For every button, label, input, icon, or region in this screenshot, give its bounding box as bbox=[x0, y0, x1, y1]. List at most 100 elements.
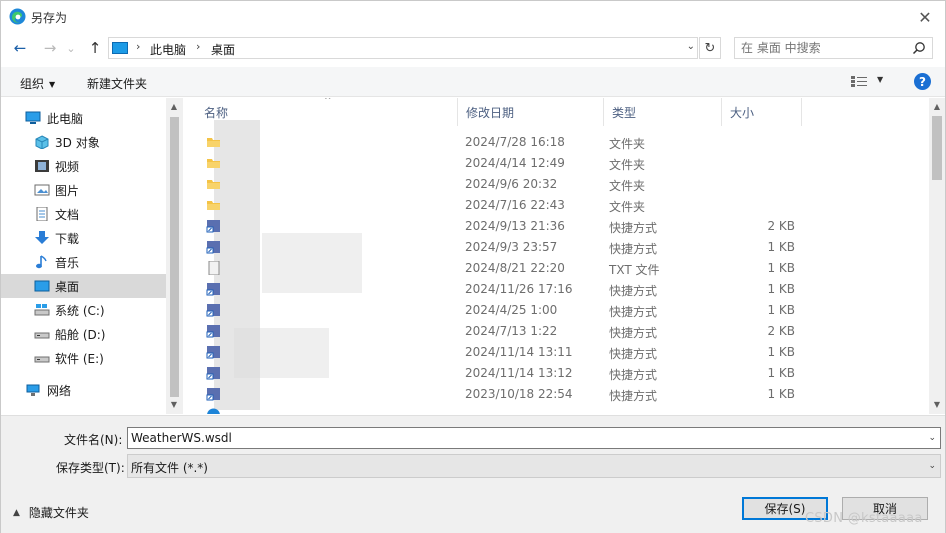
file-size: 2 KB bbox=[767, 219, 795, 233]
nav-item-label: 桌面 bbox=[55, 279, 80, 294]
file-row[interactable]: 2024/4/14 12:49 文件夹 bbox=[184, 153, 929, 174]
drive-c-icon bbox=[34, 304, 50, 316]
close-button[interactable]: ✕ bbox=[905, 1, 945, 33]
nav-item-this-pc[interactable]: 此电脑 bbox=[1, 106, 166, 130]
breadcrumb-separator-icon[interactable]: › bbox=[136, 40, 140, 53]
filename-field[interactable]: ⌄ bbox=[127, 427, 941, 449]
file-list-scroll-thumb[interactable] bbox=[932, 116, 942, 180]
view-caret-icon[interactable]: ▼ bbox=[877, 75, 883, 84]
nav-item-videos[interactable]: 视频 bbox=[1, 154, 166, 178]
window-title: 另存为 bbox=[31, 11, 68, 25]
document-icon bbox=[36, 207, 48, 221]
file-modified-date: 2024/8/21 22:20 bbox=[465, 261, 565, 275]
nav-item-desktop[interactable]: 桌面 bbox=[1, 274, 166, 298]
filetype-select[interactable]: 所有文件 (*.*) ⌄ bbox=[127, 454, 941, 478]
file-row[interactable]: 2024/11/26 17:16 快捷方式 1 KB bbox=[184, 279, 929, 300]
scroll-up-icon[interactable]: ▲ bbox=[166, 102, 182, 111]
file-type: 快捷方式 bbox=[609, 326, 658, 340]
address-dropdown-icon[interactable]: ⌄ bbox=[687, 41, 695, 52]
navigation-pane: 此电脑 3D 对象 视频 图片 文档 下载 音乐 桌面 系统 (C:) 船舱 (… bbox=[1, 98, 183, 414]
hide-folders-toggle[interactable]: ▲ 隐藏文件夹 bbox=[13, 504, 89, 521]
refresh-button[interactable]: ↻ bbox=[699, 37, 721, 59]
file-row[interactable]: 2024/8/21 22:20 TXT 文件 1 KB bbox=[184, 258, 929, 279]
help-button[interactable]: ? bbox=[914, 73, 931, 90]
file-row[interactable]: 2024/11/14 13:12 快捷方式 1 KB bbox=[184, 363, 929, 384]
nav-item-label: 网络 bbox=[47, 383, 72, 398]
shortcut-icon bbox=[206, 304, 220, 317]
view-options-icon[interactable] bbox=[851, 75, 867, 88]
file-row[interactable]: 2024/9/13 21:36 快捷方式 2 KB bbox=[184, 216, 929, 237]
chevron-down-icon[interactable]: ⌄ bbox=[928, 461, 936, 471]
file-row[interactable]: 2023/10/18 22:54 快捷方式 1 KB bbox=[184, 384, 929, 405]
save-form: 文件名(N): ⌄ 保存类型(T): 所有文件 (*.*) ⌄ ▲ 隐藏文件夹 … bbox=[1, 415, 945, 533]
nav-item-drive-e[interactable]: 软件 (E:) bbox=[1, 346, 166, 370]
filetype-value: 所有文件 (*.*) bbox=[131, 461, 208, 475]
file-modified-date: 2024/9/3 23:57 bbox=[465, 240, 558, 254]
nav-item-3d-objects[interactable]: 3D 对象 bbox=[1, 130, 166, 154]
column-header-type[interactable]: 类型 bbox=[604, 98, 722, 126]
file-row-partial[interactable] bbox=[184, 405, 929, 414]
up-arrow-icon: ↑ bbox=[88, 39, 102, 57]
breadcrumb-this-pc[interactable]: 此电脑 bbox=[150, 41, 186, 58]
shortcut-icon bbox=[206, 367, 220, 380]
column-header-modified[interactable]: 修改日期 bbox=[458, 98, 604, 126]
nav-item-drive-d[interactable]: 船舱 (D:) bbox=[1, 322, 166, 346]
back-button[interactable]: ← bbox=[10, 39, 30, 57]
nav-item-network[interactable]: 网络 bbox=[1, 378, 166, 402]
breadcrumb-separator-icon[interactable]: › bbox=[196, 40, 200, 53]
file-row[interactable]: 2024/9/6 20:32 文件夹 bbox=[184, 174, 929, 195]
file-row[interactable]: 2024/7/16 22:43 文件夹 bbox=[184, 195, 929, 216]
nav-item-music[interactable]: 音乐 bbox=[1, 250, 166, 274]
organize-menu[interactable]: 组织 ▼ bbox=[20, 75, 55, 92]
scroll-up-icon[interactable]: ▲ bbox=[929, 102, 945, 111]
column-header-size[interactable]: 大小 bbox=[722, 98, 802, 126]
scroll-down-icon[interactable]: ▼ bbox=[166, 400, 182, 409]
file-type: 快捷方式 bbox=[609, 389, 658, 403]
nav-item-drive-c[interactable]: 系统 (C:) bbox=[1, 298, 166, 322]
nav-scrollbar[interactable]: ▲ ▼ bbox=[166, 98, 183, 414]
nav-scroll-thumb[interactable] bbox=[170, 117, 179, 397]
chevron-down-icon[interactable]: ⌄ bbox=[928, 433, 936, 443]
up-button[interactable]: ↑ bbox=[85, 39, 105, 57]
collapse-up-icon: ▲ bbox=[13, 507, 20, 518]
file-modified-date: 2024/11/14 13:11 bbox=[465, 345, 573, 359]
breadcrumb-desktop[interactable]: 桌面 bbox=[211, 41, 235, 58]
scroll-down-icon[interactable]: ▼ bbox=[929, 400, 945, 409]
file-list-scrollbar[interactable]: ▲ ▼ bbox=[929, 98, 945, 414]
address-bar[interactable]: › 此电脑 › 桌面 ⌄ bbox=[108, 37, 698, 59]
command-bar: 组织 ▼ 新建文件夹 ▼ ? bbox=[1, 67, 945, 97]
search-box[interactable] bbox=[734, 37, 933, 59]
drive-icon bbox=[34, 332, 50, 339]
file-row[interactable]: 2024/7/13 1:22 快捷方式 2 KB bbox=[184, 321, 929, 342]
file-modified-date: 2024/7/28 16:18 bbox=[465, 135, 565, 149]
file-row[interactable]: 2024/4/25 1:00 快捷方式 1 KB bbox=[184, 300, 929, 321]
search-icon[interactable] bbox=[912, 41, 926, 55]
folder-icon bbox=[207, 138, 220, 147]
desktop-icon bbox=[34, 280, 50, 292]
file-row[interactable]: 2024/9/3 23:57 快捷方式 1 KB bbox=[184, 237, 929, 258]
save-as-dialog: 另存为 ✕ ← → ⌄ ↑ › 此电脑 › 桌面 ⌄ ↻ 组织 ▼ 新建文件夹 bbox=[0, 0, 946, 533]
file-size: 1 KB bbox=[767, 240, 795, 254]
file-size: 1 KB bbox=[767, 345, 795, 359]
file-row[interactable]: 2024/11/14 13:11 快捷方式 1 KB bbox=[184, 342, 929, 363]
filename-input[interactable] bbox=[128, 428, 918, 448]
title-bar: 另存为 ✕ bbox=[1, 1, 945, 33]
filename-label: 文件名(N): bbox=[64, 433, 123, 447]
close-icon: ✕ bbox=[918, 7, 932, 27]
help-icon: ? bbox=[919, 74, 926, 89]
nav-item-label: 此电脑 bbox=[47, 111, 84, 126]
file-modified-date: 2024/7/16 22:43 bbox=[465, 198, 565, 212]
nav-item-pictures[interactable]: 图片 bbox=[1, 178, 166, 202]
folder-icon bbox=[207, 201, 220, 210]
recent-locations-button[interactable]: ⌄ bbox=[64, 39, 78, 57]
file-size: 1 KB bbox=[767, 387, 795, 401]
forward-button[interactable]: → bbox=[40, 39, 60, 57]
nav-item-documents[interactable]: 文档 bbox=[1, 202, 166, 226]
network-icon bbox=[26, 384, 40, 396]
forward-arrow-icon: → bbox=[43, 39, 57, 57]
new-folder-button[interactable]: 新建文件夹 bbox=[87, 75, 147, 92]
file-row[interactable]: 2024/7/28 16:18 文件夹 bbox=[184, 132, 929, 153]
file-type: 文件夹 bbox=[609, 158, 646, 172]
search-input[interactable] bbox=[735, 38, 905, 58]
nav-item-downloads[interactable]: 下载 bbox=[1, 226, 166, 250]
